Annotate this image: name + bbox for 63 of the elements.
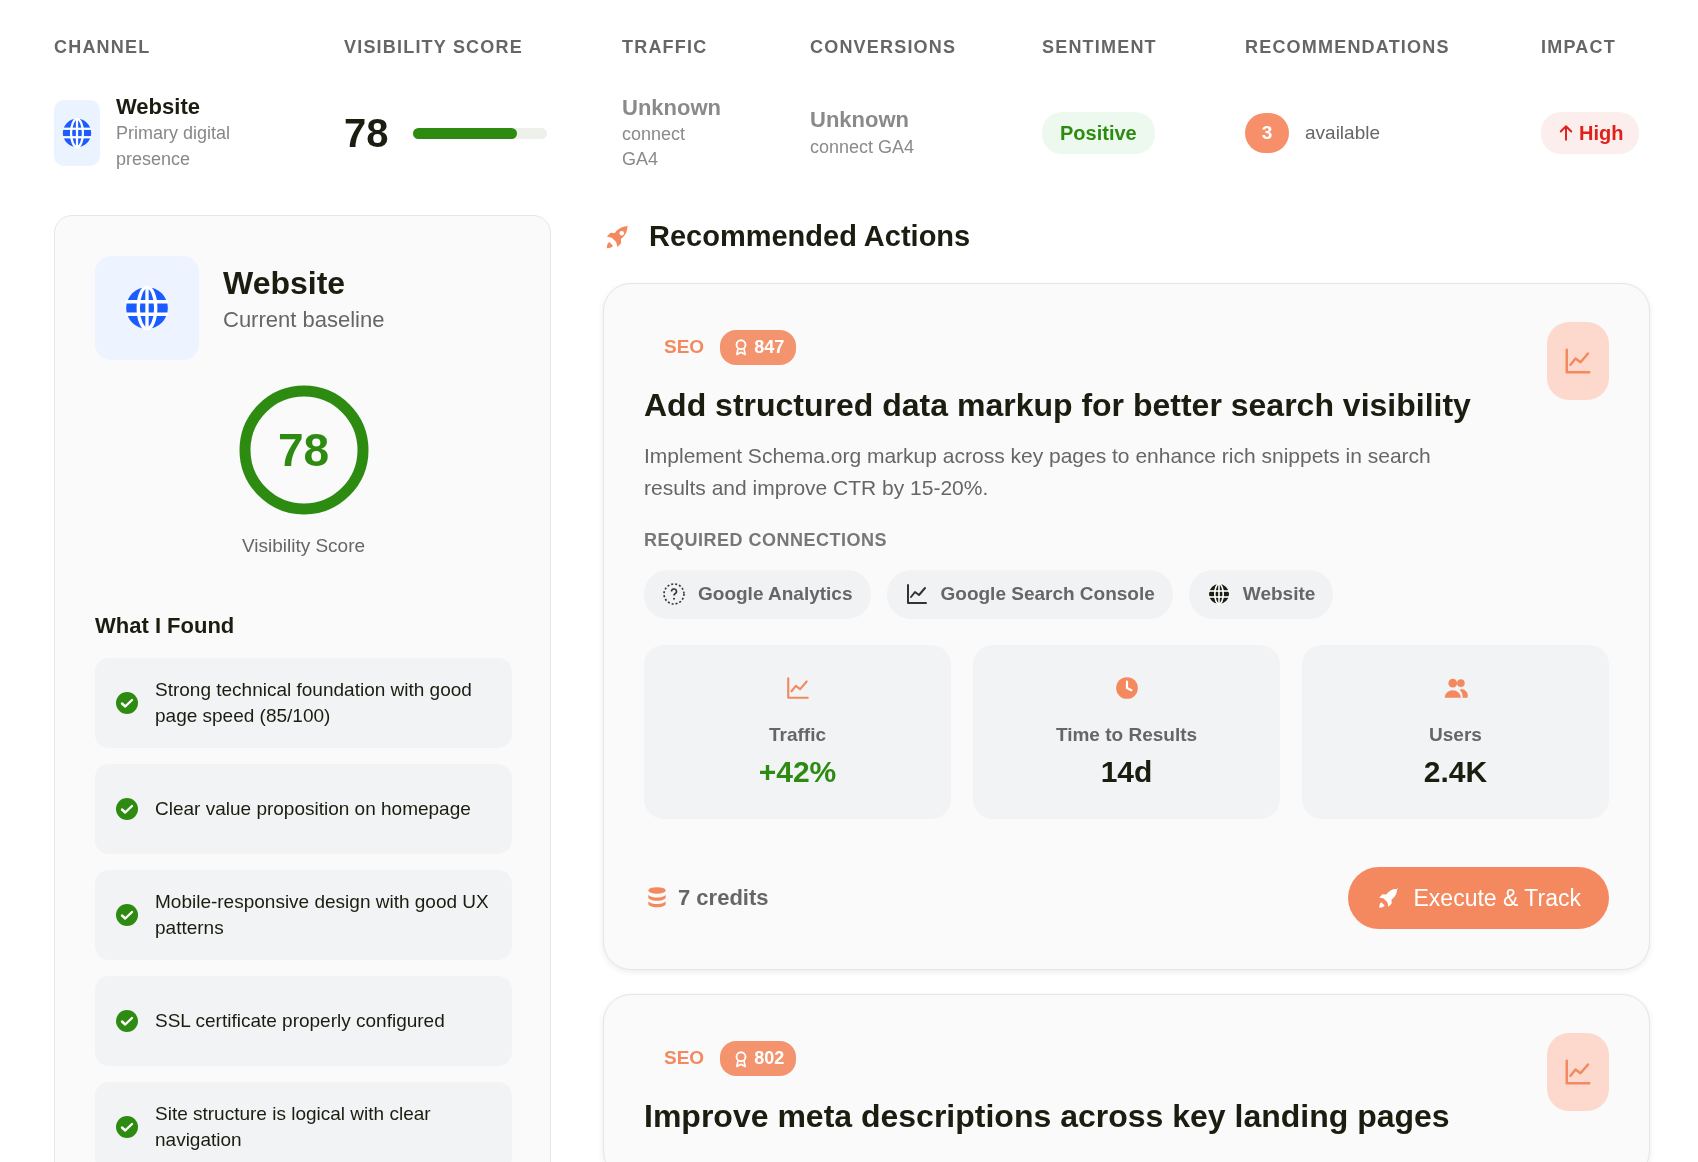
- score-value: 78: [277, 422, 330, 478]
- column-header: SENTIMENT: [1042, 36, 1158, 59]
- connection-chip: Google Search Console: [886, 570, 1173, 619]
- globe-icon: [60, 116, 94, 150]
- chart-icon: [784, 674, 811, 701]
- action-title: Add structured data markup for better search visibility: [644, 385, 1472, 425]
- category-label: SEO: [664, 334, 705, 359]
- available-label: available: [1305, 120, 1380, 145]
- channel-subtitle: Primary digital presence: [116, 122, 232, 172]
- check-icon: [115, 1114, 139, 1139]
- metric-label: Time to Results: [1055, 722, 1198, 747]
- column-header: CONVERSIONS: [810, 36, 958, 59]
- column-header: TRAFFIC: [622, 36, 709, 59]
- finding-text: Clear value proposition on homepage: [155, 796, 471, 821]
- execute-button[interactable]: Execute & Track: [1347, 866, 1609, 930]
- metric-value: 14d: [1100, 755, 1153, 789]
- chart-icon: [904, 582, 929, 607]
- points-badge: 802: [720, 1041, 797, 1077]
- metric-value: 2.4K: [1423, 755, 1488, 789]
- sentiment-pill: Positive: [1042, 112, 1155, 154]
- arrow-up-icon: [1557, 124, 1575, 142]
- finding-text: Mobile-responsive design with good UX patterns: [155, 889, 490, 940]
- section-label: REQUIRED CONNECTIONS: [644, 529, 888, 553]
- points-badge: 847: [720, 329, 797, 365]
- credits-label: 7 credits: [678, 884, 769, 913]
- traffic-value: Unknown: [622, 93, 722, 122]
- column-header: RECOMMENDATIONS: [1245, 36, 1451, 59]
- connection-chip: Google Analytics: [644, 570, 871, 619]
- card-title: Website: [223, 264, 347, 303]
- column-header: IMPACT: [1541, 36, 1617, 59]
- card-subtitle: Current baseline: [223, 305, 385, 334]
- traffic-hint: connect GA4: [622, 123, 687, 172]
- metric-value: +42%: [758, 755, 837, 789]
- count-badge: 3: [1245, 113, 1289, 153]
- conversions-value: Unknown: [810, 106, 910, 135]
- check-icon: [115, 1008, 139, 1033]
- check-icon: [115, 796, 139, 821]
- chart-button[interactable]: [1547, 1033, 1609, 1112]
- column-header: CHANNEL: [54, 36, 152, 59]
- score-label: Visibility Score: [241, 534, 366, 558]
- section-heading: Recommended Actions: [649, 219, 971, 254]
- connection-chip: Website: [1188, 570, 1334, 619]
- column-header: VISIBILITY SCORE: [344, 36, 524, 59]
- metric-label: Users: [1429, 722, 1482, 747]
- globe-icon: [1206, 582, 1231, 607]
- check-icon: [115, 902, 139, 927]
- finding-text: Site structure is logical with clear navigation: [155, 1101, 432, 1152]
- chart-button[interactable]: [1547, 321, 1609, 400]
- section-heading: What I Found: [95, 611, 236, 640]
- action-title: Improve meta descriptions across key landing pages: [644, 1097, 1451, 1137]
- clock-icon: [1113, 674, 1140, 701]
- score-value: 78: [344, 110, 389, 157]
- action-description: Implement Schema.org markup across key pages to enhance rich snippets in search results and improve CTR by 15-20%.: [644, 443, 1432, 501]
- check-icon: [115, 690, 139, 715]
- finding-text: SSL certificate properly configured: [155, 1008, 445, 1033]
- channel-name: Website: [116, 93, 201, 121]
- category-label: SEO: [664, 1046, 705, 1071]
- chart-icon: [1563, 1057, 1593, 1088]
- impact-pill: High: [1541, 112, 1640, 154]
- finding-text: Strong technical foundation with good page speed (85/100): [155, 677, 473, 728]
- conversions-hint: connect GA4: [810, 135, 916, 159]
- help-icon: [662, 582, 686, 607]
- metric-label: Traffic: [769, 722, 826, 747]
